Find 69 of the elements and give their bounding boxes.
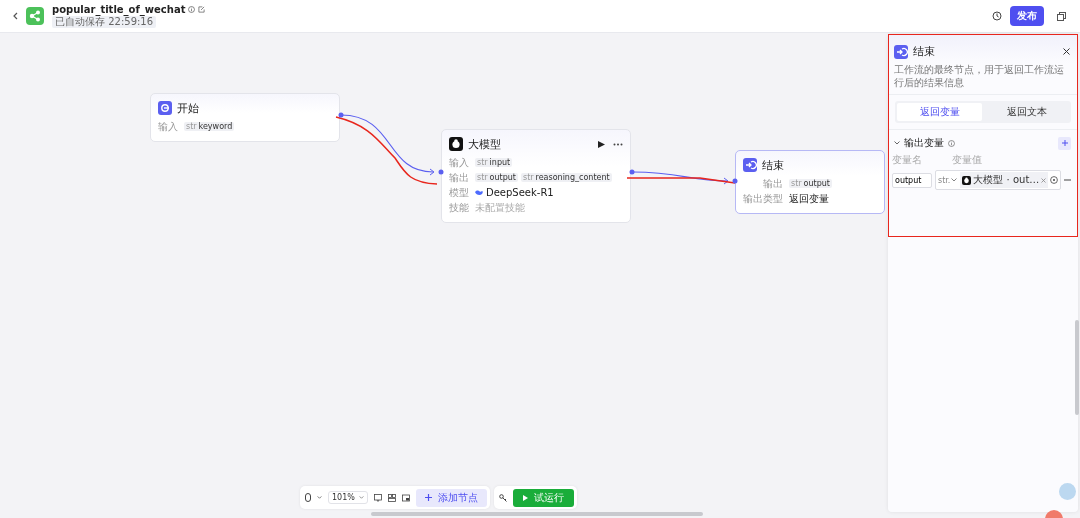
row-label: 输出	[449, 170, 469, 185]
layout-icon[interactable]	[387, 493, 396, 502]
info-icon[interactable]	[948, 139, 955, 147]
row-label: 技能	[449, 200, 469, 215]
end-node-card[interactable]: 结束 输出 str output 输出类型 返回变量	[735, 150, 885, 214]
plus-icon	[424, 494, 432, 501]
back-icon[interactable]	[12, 12, 18, 20]
zoom-select[interactable]: 101%	[328, 491, 368, 504]
panel-tab[interactable]: 返回变量	[897, 103, 982, 121]
row-label: 模型	[449, 185, 469, 200]
workflow-title: popular_title_of_wechat	[52, 4, 186, 15]
chevron-down-icon	[358, 496, 364, 499]
edit-icon[interactable]	[198, 6, 206, 13]
llm-icon	[962, 175, 972, 185]
start-node-icon	[158, 101, 172, 115]
node-title: 大模型	[468, 136, 502, 152]
row-label: 输入	[158, 119, 178, 134]
scrollbar[interactable]	[1075, 320, 1079, 415]
node-title: 开始	[177, 100, 200, 116]
plus-icon	[1061, 140, 1068, 146]
panel-tab[interactable]: 返回文本	[984, 103, 1069, 121]
variable-tag: str reasoning_content	[521, 173, 612, 182]
panel-title: 结束	[913, 44, 936, 59]
variable-tag: str output	[789, 179, 832, 188]
app-logo-icon	[26, 7, 44, 25]
end-node-icon	[743, 158, 757, 172]
play-icon[interactable]	[598, 140, 605, 148]
section-title: 输出变量	[904, 136, 944, 150]
row-value: 未配置技能	[475, 200, 525, 215]
reference-value: 大模型 · out…	[973, 173, 1040, 187]
play-icon	[522, 494, 528, 501]
more-icon[interactable]	[613, 142, 623, 146]
publish-button[interactable]: 发布	[1010, 6, 1044, 26]
add-variable-button[interactable]	[1058, 136, 1071, 150]
llm-node-icon	[449, 137, 463, 151]
save-status: 已自动保存 22:59:16	[52, 16, 157, 28]
history-icon[interactable]	[992, 11, 1002, 21]
info-icon[interactable]	[188, 6, 196, 13]
row-label: 输出类型	[743, 191, 783, 206]
panel-description: 工作流的最终节点，用于返回工作流运行后的结果信息	[888, 63, 1078, 95]
row-label: 输出	[762, 176, 783, 191]
column-header: 变量值	[952, 153, 982, 167]
close-icon[interactable]	[1063, 48, 1070, 55]
llm-node-card[interactable]: 大模型 输入 str input 输出 str output str reasoning_content 模型 DeepSeek-R1 技能 未配置技能	[441, 129, 631, 223]
node-title: 结束	[762, 157, 785, 173]
chevron-down-icon[interactable]	[317, 496, 322, 499]
scrollbar[interactable]	[371, 512, 703, 516]
copy-icon[interactable]	[1056, 11, 1066, 21]
type-select[interactable]: str.	[938, 175, 959, 185]
variable-value-field[interactable]: str. 大模型 · out…	[935, 170, 1062, 190]
column-header: 变量名	[892, 153, 922, 167]
variable-name-field[interactable]: output	[892, 172, 932, 188]
comment-icon[interactable]	[373, 493, 382, 502]
minimap-icon[interactable]	[401, 493, 410, 502]
start-node-card[interactable]: 开始 输入 str keyword	[150, 93, 340, 142]
row-value: 返回变量	[789, 191, 829, 206]
chevron-down-icon	[951, 178, 958, 182]
variable-tag: str output	[475, 173, 518, 182]
target-icon[interactable]	[1050, 176, 1059, 184]
model-name: DeepSeek-R1	[486, 187, 554, 198]
add-node-button[interactable]: 添加节点	[415, 488, 487, 507]
row-label: 输入	[449, 155, 469, 170]
mouse-icon[interactable]	[305, 493, 311, 502]
variable-tag: str keyword	[184, 122, 235, 131]
variable-tag: str input	[475, 158, 513, 167]
end-panel-icon	[894, 44, 908, 59]
clear-icon[interactable]	[1041, 177, 1047, 183]
key-icon[interactable]	[498, 493, 507, 502]
chevron-down-icon[interactable]	[894, 141, 900, 145]
